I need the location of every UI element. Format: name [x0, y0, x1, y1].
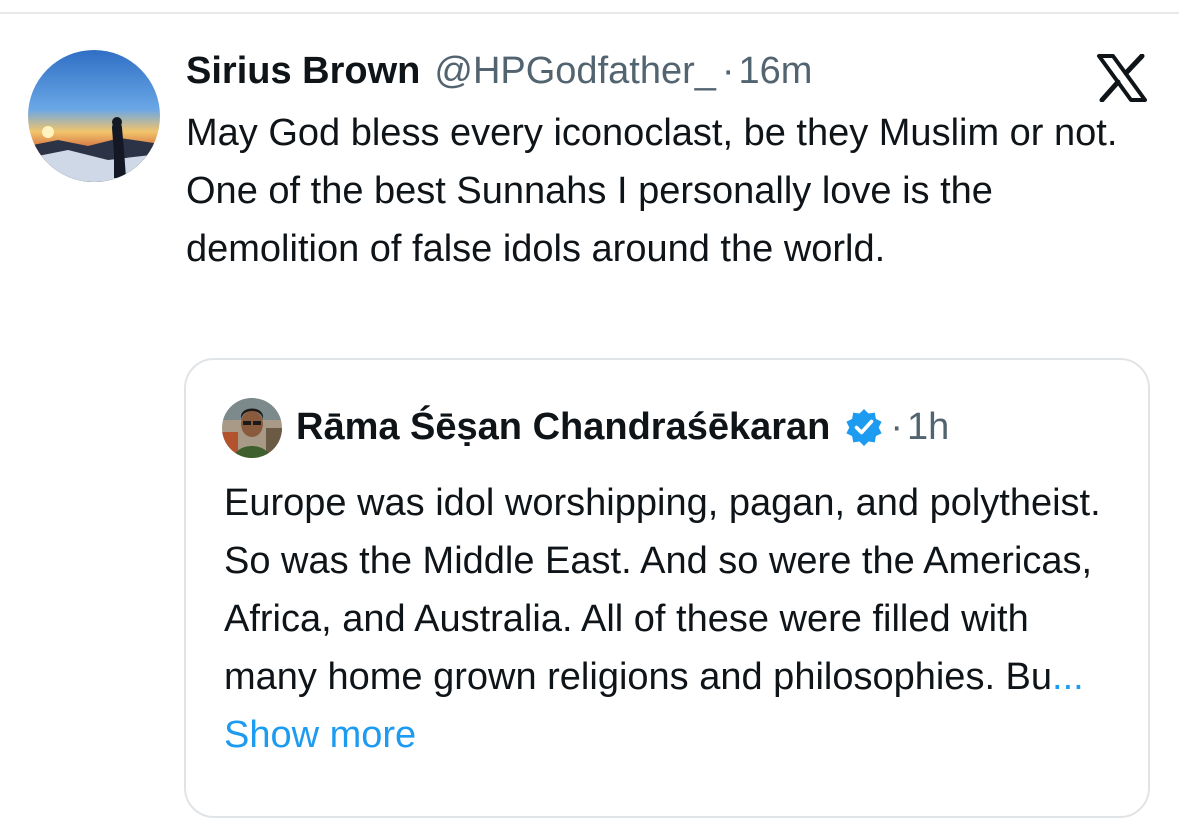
tweet[interactable]: Sirius Brown @HPGodfather_ · 16m May God… — [0, 14, 1179, 818]
show-more-link[interactable]: Show more — [224, 714, 416, 756]
author-name[interactable]: Sirius Brown — [186, 46, 420, 96]
quoted-tweet-body: Europe was idol worshipping, pagan, and … — [224, 482, 1101, 698]
tweet-header: Sirius Brown @HPGodfather_ · 16m — [186, 46, 812, 96]
tweet-text: May God bless every iconoclast, be they … — [186, 112, 1118, 270]
separator-dot: · — [721, 50, 735, 92]
ellipsis: ... — [1052, 656, 1084, 698]
author-avatar[interactable] — [28, 50, 160, 182]
author-handle[interactable]: @HPGodfather_ — [434, 46, 716, 96]
x-logo-icon[interactable] — [1096, 53, 1148, 103]
verified-badge-icon — [844, 407, 884, 447]
quoted-tweet-text: Europe was idol worshipping, pagan, and … — [224, 474, 1124, 764]
quoted-author-name[interactable]: Rāma Śēṣan Chandraśēkaran — [296, 402, 830, 452]
quoted-tweet-card[interactable]: Rāma Śēṣan Chandraśēkaran · 1h Europe wa… — [184, 358, 1150, 818]
quoted-author-avatar[interactable] — [222, 398, 282, 458]
quoted-tweet-timestamp[interactable]: 1h — [907, 402, 949, 452]
quoted-tweet-header: Rāma Śēṣan Chandraśēkaran · 1h — [296, 402, 949, 452]
quoted-separator-dot: · — [890, 406, 904, 448]
tweet-timestamp[interactable]: 16m — [739, 46, 813, 96]
